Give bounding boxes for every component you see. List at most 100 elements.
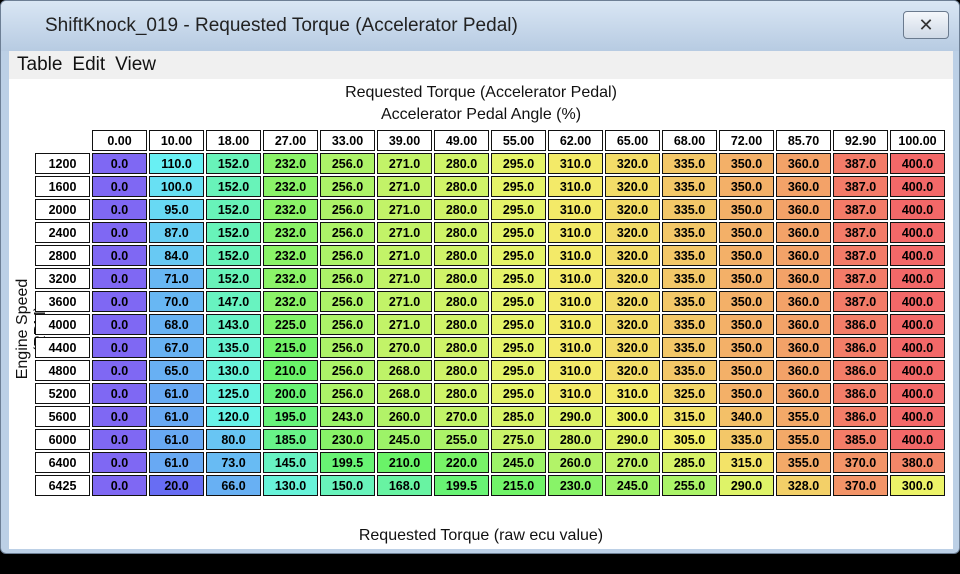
table-cell[interactable]: 285.0 bbox=[662, 452, 717, 473]
table-cell[interactable]: 280.0 bbox=[434, 360, 489, 381]
table-cell[interactable]: 245.0 bbox=[605, 475, 660, 496]
table-cell[interactable]: 335.0 bbox=[662, 245, 717, 266]
table-cell[interactable]: 95.0 bbox=[149, 199, 204, 220]
table-cell[interactable]: 335.0 bbox=[662, 291, 717, 312]
table-cell[interactable]: 256.0 bbox=[320, 291, 375, 312]
table-cell[interactable]: 400.0 bbox=[890, 245, 945, 266]
table-cell[interactable]: 335.0 bbox=[662, 337, 717, 358]
table-cell[interactable]: 310.0 bbox=[548, 222, 603, 243]
table-cell[interactable]: 315.0 bbox=[662, 406, 717, 427]
table-cell[interactable]: 310.0 bbox=[548, 268, 603, 289]
column-header[interactable]: 100.00 bbox=[890, 130, 945, 151]
table-cell[interactable]: 256.0 bbox=[320, 337, 375, 358]
table-cell[interactable]: 0.0 bbox=[92, 360, 147, 381]
table-cell[interactable]: 350.0 bbox=[719, 383, 774, 404]
column-header[interactable]: 49.00 bbox=[434, 130, 489, 151]
table-cell[interactable]: 199.5 bbox=[320, 452, 375, 473]
table-cell[interactable]: 335.0 bbox=[662, 222, 717, 243]
table-cell[interactable]: 387.0 bbox=[833, 245, 888, 266]
table-cell[interactable]: 243.0 bbox=[320, 406, 375, 427]
table-cell[interactable]: 320.0 bbox=[605, 199, 660, 220]
table-cell[interactable]: 0.0 bbox=[92, 268, 147, 289]
table-cell[interactable]: 360.0 bbox=[776, 360, 831, 381]
table-cell[interactable]: 400.0 bbox=[890, 199, 945, 220]
table-cell[interactable]: 130.0 bbox=[206, 360, 261, 381]
table-cell[interactable]: 260.0 bbox=[548, 452, 603, 473]
table-cell[interactable]: 290.0 bbox=[605, 429, 660, 450]
table-cell[interactable]: 360.0 bbox=[776, 176, 831, 197]
table-cell[interactable]: 61.0 bbox=[149, 406, 204, 427]
table-cell[interactable]: 67.0 bbox=[149, 337, 204, 358]
table-cell[interactable]: 256.0 bbox=[320, 314, 375, 335]
table-cell[interactable]: 70.0 bbox=[149, 291, 204, 312]
table-cell[interactable]: 120.0 bbox=[206, 406, 261, 427]
table-cell[interactable]: 215.0 bbox=[263, 337, 318, 358]
table-cell[interactable]: 350.0 bbox=[719, 337, 774, 358]
table-cell[interactable]: 0.0 bbox=[92, 475, 147, 496]
table-cell[interactable]: 386.0 bbox=[833, 383, 888, 404]
table-cell[interactable]: 386.0 bbox=[833, 360, 888, 381]
table-cell[interactable]: 268.0 bbox=[377, 360, 432, 381]
table-cell[interactable]: 355.0 bbox=[776, 452, 831, 473]
table-cell[interactable]: 400.0 bbox=[890, 337, 945, 358]
table-cell[interactable]: 320.0 bbox=[605, 222, 660, 243]
table-cell[interactable]: 360.0 bbox=[776, 383, 831, 404]
row-header[interactable]: 5600 bbox=[35, 406, 90, 427]
table-cell[interactable]: 400.0 bbox=[890, 291, 945, 312]
table-cell[interactable]: 271.0 bbox=[377, 153, 432, 174]
table-cell[interactable]: 232.0 bbox=[263, 222, 318, 243]
column-header[interactable]: 0.00 bbox=[92, 130, 147, 151]
table-cell[interactable]: 87.0 bbox=[149, 222, 204, 243]
row-header[interactable]: 3200 bbox=[35, 268, 90, 289]
menu-table[interactable]: Table bbox=[17, 54, 62, 76]
table-cell[interactable]: 280.0 bbox=[548, 429, 603, 450]
table-cell[interactable]: 328.0 bbox=[776, 475, 831, 496]
table-cell[interactable]: 110.0 bbox=[149, 153, 204, 174]
table-cell[interactable]: 320.0 bbox=[605, 176, 660, 197]
title-bar[interactable]: ShiftKnock_019 - Requested Torque (Accel… bbox=[1, 1, 959, 51]
table-cell[interactable]: 325.0 bbox=[662, 383, 717, 404]
table-cell[interactable]: 400.0 bbox=[890, 176, 945, 197]
row-header[interactable]: 6000 bbox=[35, 429, 90, 450]
table-cell[interactable]: 185.0 bbox=[263, 429, 318, 450]
table-cell[interactable]: 295.0 bbox=[491, 222, 546, 243]
table-cell[interactable]: 0.0 bbox=[92, 176, 147, 197]
table-cell[interactable]: 232.0 bbox=[263, 268, 318, 289]
table-cell[interactable]: 271.0 bbox=[377, 314, 432, 335]
table-cell[interactable]: 335.0 bbox=[719, 429, 774, 450]
column-header[interactable]: 33.00 bbox=[320, 130, 375, 151]
table-cell[interactable]: 125.0 bbox=[206, 383, 261, 404]
table-cell[interactable]: 387.0 bbox=[833, 268, 888, 289]
row-header[interactable]: 6425 bbox=[35, 475, 90, 496]
table-cell[interactable]: 200.0 bbox=[263, 383, 318, 404]
table-cell[interactable]: 295.0 bbox=[491, 199, 546, 220]
table-cell[interactable]: 295.0 bbox=[491, 314, 546, 335]
table-cell[interactable]: 400.0 bbox=[890, 383, 945, 404]
table-cell[interactable]: 300.0 bbox=[605, 406, 660, 427]
table-cell[interactable]: 290.0 bbox=[548, 406, 603, 427]
table-cell[interactable]: 310.0 bbox=[548, 360, 603, 381]
table-cell[interactable]: 0.0 bbox=[92, 429, 147, 450]
table-cell[interactable]: 305.0 bbox=[662, 429, 717, 450]
table-cell[interactable]: 271.0 bbox=[377, 291, 432, 312]
table-cell[interactable]: 255.0 bbox=[662, 475, 717, 496]
table-cell[interactable]: 152.0 bbox=[206, 153, 261, 174]
table-cell[interactable]: 152.0 bbox=[206, 199, 261, 220]
table-cell[interactable]: 0.0 bbox=[92, 452, 147, 473]
table-cell[interactable]: 66.0 bbox=[206, 475, 261, 496]
table-cell[interactable]: 232.0 bbox=[263, 153, 318, 174]
table-cell[interactable]: 285.0 bbox=[491, 406, 546, 427]
table-cell[interactable]: 280.0 bbox=[434, 199, 489, 220]
table-cell[interactable]: 400.0 bbox=[890, 268, 945, 289]
table-cell[interactable]: 295.0 bbox=[491, 383, 546, 404]
table-cell[interactable]: 256.0 bbox=[320, 153, 375, 174]
column-header[interactable]: 10.00 bbox=[149, 130, 204, 151]
table-cell[interactable]: 210.0 bbox=[377, 452, 432, 473]
table-cell[interactable]: 295.0 bbox=[491, 360, 546, 381]
table-cell[interactable]: 61.0 bbox=[149, 452, 204, 473]
table-cell[interactable]: 387.0 bbox=[833, 176, 888, 197]
row-header[interactable]: 2000 bbox=[35, 199, 90, 220]
table-cell[interactable]: 280.0 bbox=[434, 153, 489, 174]
table-cell[interactable]: 387.0 bbox=[833, 153, 888, 174]
table-cell[interactable]: 360.0 bbox=[776, 245, 831, 266]
